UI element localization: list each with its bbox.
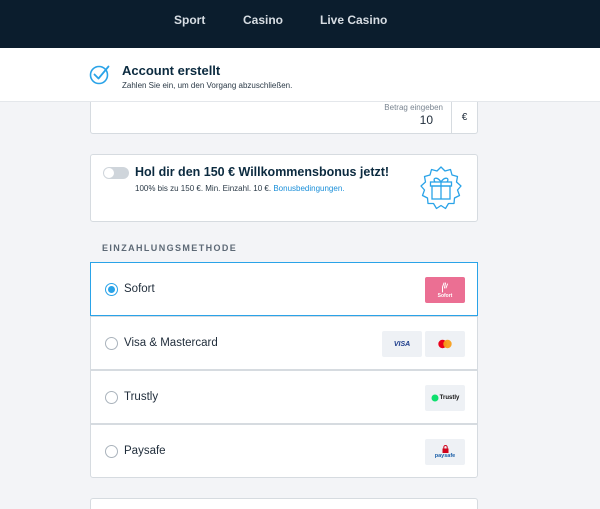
radio-dot bbox=[108, 286, 115, 293]
amount-input-box[interactable]: Betrag eingeben 10 € bbox=[90, 102, 478, 134]
trustly-logo-text: Trustly bbox=[439, 395, 460, 401]
welcome-bonus-box: Hol dir den 150 € Willkommensbonus jetzt… bbox=[90, 154, 478, 222]
method-label-visa-mastercard: Visa & Mastercard bbox=[124, 337, 218, 349]
visa-logo-text: VISA bbox=[393, 340, 411, 348]
nav-sport[interactable]: Sport bbox=[174, 13, 205, 27]
gift-icon bbox=[420, 166, 462, 210]
trustly-mark-icon bbox=[431, 394, 439, 402]
payment-method-visa-mastercard[interactable]: Visa & Mastercard VISA bbox=[90, 316, 478, 370]
radio-trustly[interactable] bbox=[105, 391, 118, 404]
visa-logo: VISA bbox=[382, 331, 422, 357]
method-label-sofort: Sofort bbox=[124, 283, 155, 295]
top-navigation: Sport Casino Live Casino bbox=[0, 0, 600, 48]
trustly-logo: Trustly bbox=[425, 385, 465, 411]
radio-sofort[interactable] bbox=[105, 283, 118, 296]
radio-visa-mastercard[interactable] bbox=[105, 337, 118, 350]
amount-label: Betrag eingeben bbox=[384, 103, 443, 112]
paysafe-logo: paysafe bbox=[425, 439, 465, 465]
next-section-box bbox=[90, 498, 478, 509]
mastercard-icon bbox=[438, 339, 452, 349]
currency-label: € bbox=[451, 102, 477, 133]
radio-paysafe[interactable] bbox=[105, 445, 118, 458]
sofort-logo: Sofort bbox=[425, 277, 465, 303]
banner-title: Account erstellt bbox=[122, 63, 221, 78]
paysafe-lock-icon bbox=[442, 445, 448, 453]
bonus-terms-text: 100% bis zu 150 €. Min. Einzahl. 10 €. bbox=[135, 184, 272, 193]
banner-subtitle: Zahlen Sie ein, um den Vorgang abzuschli… bbox=[122, 81, 293, 90]
sofort-hand-icon bbox=[442, 282, 448, 292]
amount-input[interactable]: 10 bbox=[420, 113, 433, 127]
payment-method-paysafe[interactable]: Paysafe paysafe bbox=[90, 424, 478, 478]
method-label-paysafe: Paysafe bbox=[124, 445, 166, 457]
toggle-knob bbox=[104, 168, 114, 178]
payment-method-trustly[interactable]: Trustly Trustly bbox=[90, 370, 478, 424]
nav-casino[interactable]: Casino bbox=[243, 13, 283, 27]
paysafe-logo-text: paysafe bbox=[434, 453, 456, 459]
payment-method-sofort[interactable]: Sofort Sofort bbox=[90, 262, 478, 316]
bonus-title: Hol dir den 150 € Willkommensbonus jetzt… bbox=[135, 165, 390, 179]
payment-method-heading: EINZAHLUNGSMETHODE bbox=[102, 243, 238, 253]
method-label-trustly: Trustly bbox=[124, 391, 159, 403]
nav-live-casino[interactable]: Live Casino bbox=[320, 13, 387, 27]
checkmark-circle-icon bbox=[89, 65, 110, 85]
bonus-toggle[interactable] bbox=[103, 167, 129, 179]
bonus-subtitle: 100% bis zu 150 €. Min. Einzahl. 10 €. B… bbox=[135, 184, 345, 193]
bonus-terms-link[interactable]: Bonusbedingungen. bbox=[273, 184, 344, 193]
sofort-logo-text: Sofort bbox=[437, 292, 453, 299]
account-created-banner: Account erstellt Zahlen Sie ein, um den … bbox=[0, 48, 600, 102]
mastercard-logo bbox=[425, 331, 465, 357]
